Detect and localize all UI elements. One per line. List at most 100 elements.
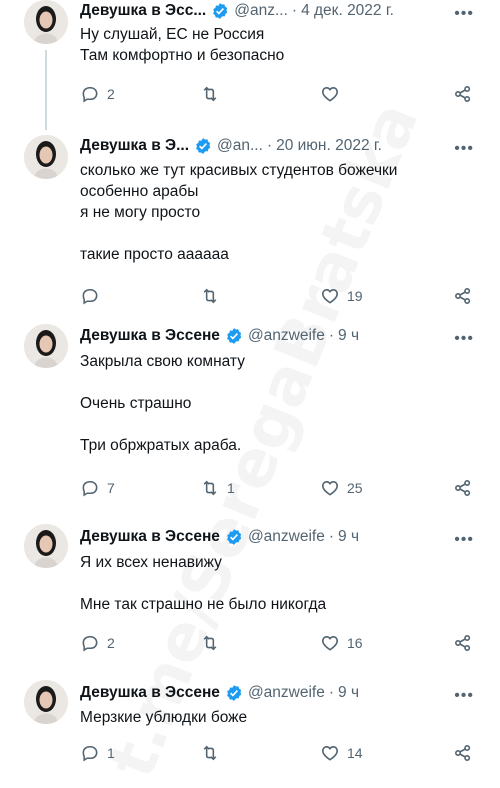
verified-badge-icon [225,528,243,546]
tweet-line: Очень страшно [80,395,192,412]
more-options-icon[interactable]: ••• [454,6,474,22]
tweet-actions: 1 14 [80,743,480,765]
tweet-text: Мерзкие ублюдки боже [80,707,480,728]
share-icon [455,635,471,651]
share-icon [455,480,471,496]
separator-dot: · [328,528,335,545]
reply-icon [82,635,98,652]
timestamp[interactable]: 4 дек. 2022 г. [301,2,394,20]
retweet-button[interactable] [200,633,227,653]
like-button[interactable]: 25 [320,478,363,498]
thread-connector-line [45,50,47,130]
more-options-icon[interactable]: ••• [454,331,474,347]
separator-dot: · [291,2,298,19]
tweet-actions: 19 [80,286,480,308]
retweet-button[interactable]: 1 [200,478,235,498]
separator-dot: · [328,327,335,344]
tweet-line: Ну слушай, ЕС не Россия [80,26,265,43]
reply-button[interactable]: 1 [80,743,115,763]
retweet-button[interactable] [200,286,227,306]
reply-icon [82,288,98,305]
tweet-header: Девушка в Э... @an... · 20 июн. 2022 г. [80,135,480,157]
reply-icon [82,86,98,103]
retweet-count: 1 [227,480,235,496]
retweet-icon [203,745,217,761]
timestamp[interactable]: 9 ч [338,684,359,702]
share-button[interactable] [453,633,473,653]
tweet-text: Я их всех ненавижу Мне так страшно не бы… [80,552,480,615]
avatar[interactable] [24,324,68,368]
avatar[interactable] [24,0,68,44]
timestamp[interactable]: 9 ч [338,528,359,546]
author-name[interactable]: Девушка в Э... [80,137,189,155]
author-handle[interactable]: @anzweife [248,327,325,345]
reply-button[interactable] [80,286,107,306]
retweet-button[interactable] [200,743,227,763]
retweet-icon [203,288,217,304]
tweet-header: Девушка в Эссене @anzweife · 9 ч [80,682,480,704]
author-name[interactable]: Девушка в Эссене [80,684,220,702]
tweet-line: я не могу просто [80,204,201,221]
tweet-line: особенно арабы [80,183,199,200]
share-button[interactable] [453,743,473,763]
tweet-line: Мерзкие ублюдки боже [80,709,248,726]
share-icon [455,288,471,304]
more-options-icon[interactable]: ••• [454,141,474,157]
heart-icon [322,87,338,102]
avatar[interactable] [24,524,68,568]
reply-count: 2 [107,86,115,102]
tweet-header: Девушка в Эсс... @anz... · 4 дек. 2022 г… [80,0,480,22]
like-button[interactable]: 19 [320,286,363,306]
reply-button[interactable]: 2 [80,633,115,653]
reply-button[interactable]: 2 [80,84,115,104]
like-button[interactable]: 14 [320,743,363,763]
reply-count: 1 [107,745,115,761]
author-name[interactable]: Девушка в Эссене [80,528,220,546]
timestamp[interactable]: 20 июн. 2022 г. [276,137,382,155]
author-handle[interactable]: @anzweife [248,684,325,702]
share-button[interactable] [453,84,473,104]
verified-badge-icon [225,327,243,345]
tweet-text: Ну слушай, ЕС не Россия Там комфортно и … [80,24,480,66]
share-button[interactable] [453,478,473,498]
verified-badge-icon [211,2,229,20]
reply-icon [82,480,98,497]
retweet-icon [203,480,217,496]
heart-icon [322,289,338,304]
timestamp[interactable]: 9 ч [338,327,359,345]
separator-dot: · [266,137,273,154]
retweet-button[interactable] [200,84,227,104]
tweet-line [80,223,480,244]
more-options-icon[interactable]: ••• [454,688,474,704]
tweet-line [80,372,480,393]
tweet-actions: 2 [80,84,480,106]
tweet-line: Мне так страшно не было никогда [80,596,327,613]
avatar[interactable] [24,680,68,724]
share-icon [455,745,471,761]
share-icon [455,86,471,102]
avatar[interactable] [24,135,68,179]
tweet-line: Там комфортно и безопасно [80,47,285,64]
tweet-header: Девушка в Эссене @anzweife · 9 ч [80,325,480,347]
tweet-text: Закрыла свою комнату Очень страшно Три о… [80,351,480,456]
author-handle[interactable]: @anz... [234,2,288,20]
reply-button[interactable]: 7 [80,478,115,498]
author-handle[interactable]: @an... [217,137,263,155]
tweet-actions: 2 16 [80,633,480,655]
author-name[interactable]: Девушка в Эсс... [80,2,206,20]
like-button[interactable] [320,84,347,104]
tweet-line [80,414,480,435]
heart-icon [322,636,338,651]
share-button[interactable] [453,286,473,306]
retweet-icon [203,635,217,651]
like-count: 16 [347,635,363,651]
author-name[interactable]: Девушка в Эссене [80,327,220,345]
reply-count: 7 [107,480,115,496]
like-button[interactable]: 16 [320,633,363,653]
author-handle[interactable]: @anzweife [248,528,325,546]
reply-icon [82,745,98,762]
tweet-line: Три обржратых араба. [80,437,242,454]
more-options-icon[interactable]: ••• [454,532,474,548]
like-count: 14 [347,745,363,761]
tweet-text: сколько же тут красивых студентов божечк… [80,160,480,265]
